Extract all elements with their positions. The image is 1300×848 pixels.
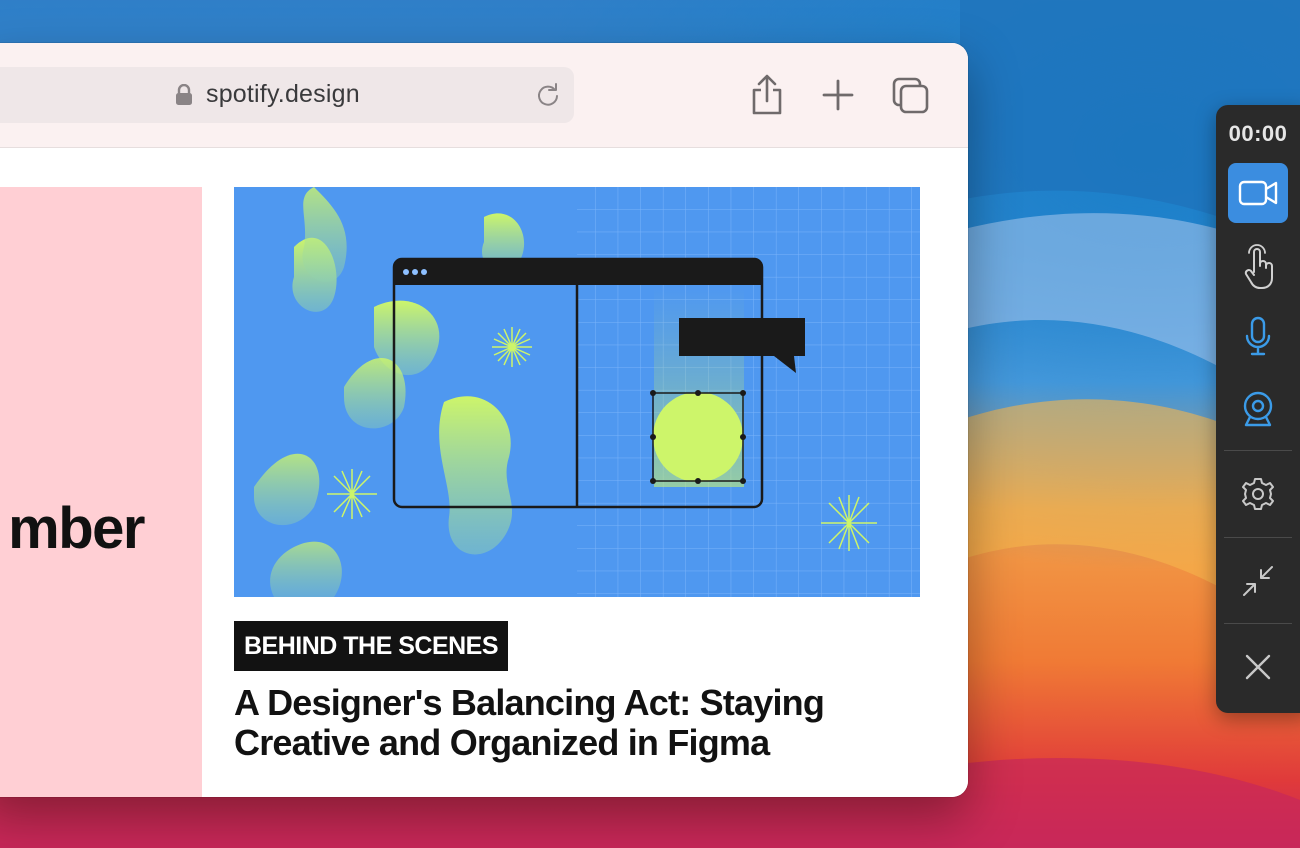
browser-toolbar: spotify.design bbox=[0, 43, 968, 148]
minimize-icon bbox=[1243, 566, 1273, 596]
address-bar[interactable]: spotify.design bbox=[0, 67, 574, 123]
article-headline[interactable]: A Designer's Balancing Act: Staying Crea… bbox=[234, 683, 914, 763]
touch-icon bbox=[1244, 244, 1273, 289]
camera-record-button[interactable] bbox=[1228, 163, 1288, 223]
article-card-left[interactable]: mber bbox=[0, 187, 202, 797]
lock-icon bbox=[176, 84, 192, 105]
microphone-button[interactable] bbox=[1228, 306, 1288, 366]
close-icon bbox=[1245, 654, 1271, 680]
tabs-icon[interactable] bbox=[890, 73, 930, 117]
reload-icon[interactable] bbox=[535, 82, 561, 108]
browser-window: spotify.design mber BEHIND THE SCENES A … bbox=[0, 43, 968, 797]
share-icon[interactable] bbox=[747, 73, 787, 117]
screen-recorder-panel: 00:00 bbox=[1216, 105, 1300, 713]
card-title-fragment: mber bbox=[8, 496, 145, 561]
minimize-button[interactable] bbox=[1228, 551, 1288, 611]
page-content: mber BEHIND THE SCENES A Designer's Bala… bbox=[0, 148, 968, 797]
webcam-button[interactable] bbox=[1228, 379, 1288, 439]
divider bbox=[1224, 537, 1292, 538]
gear-icon bbox=[1242, 478, 1274, 510]
article-hero-illustration[interactable] bbox=[234, 187, 920, 597]
camera-icon bbox=[1238, 180, 1278, 206]
divider bbox=[1224, 623, 1292, 624]
touch-indicator-button[interactable] bbox=[1228, 236, 1288, 296]
close-button[interactable] bbox=[1228, 637, 1288, 697]
plus-icon[interactable] bbox=[818, 73, 858, 117]
divider bbox=[1224, 450, 1292, 451]
recording-timer: 00:00 bbox=[1228, 121, 1288, 146]
webcam-icon bbox=[1243, 391, 1273, 427]
settings-button[interactable] bbox=[1228, 464, 1288, 524]
microphone-icon bbox=[1245, 316, 1271, 356]
url-text: spotify.design bbox=[206, 80, 360, 108]
article-category-tag[interactable]: BEHIND THE SCENES bbox=[234, 621, 509, 671]
